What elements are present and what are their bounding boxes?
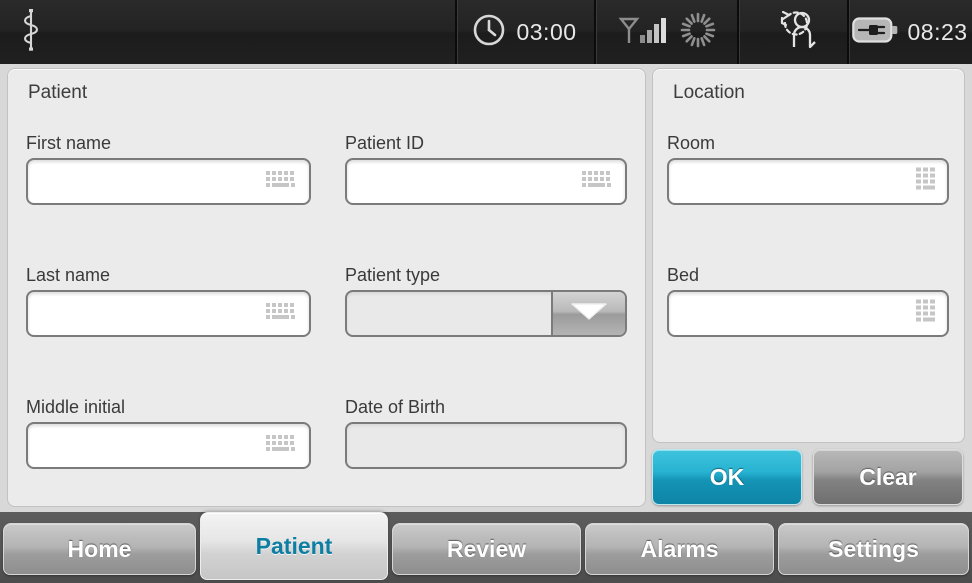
status-segment-history[interactable] [736, 0, 847, 64]
field-last-name: Last name [26, 265, 311, 337]
battery-time-value: 08:23 [907, 18, 968, 45]
last-name-input[interactable] [26, 290, 311, 337]
clock-icon [472, 13, 506, 52]
device-screen: 03:00 08:23 Patient First name Last name… [0, 0, 972, 583]
patient-type-value [347, 292, 551, 335]
patient-type-dropdown-button[interactable] [551, 292, 625, 335]
first-name-input[interactable] [26, 158, 311, 205]
field-label-room: Room [667, 133, 716, 153]
field-patient-id: Patient ID [345, 133, 627, 205]
field-label-patient-type: Patient type [345, 265, 441, 285]
field-room: Room [667, 133, 949, 205]
numeric-keypad-icon [915, 298, 937, 329]
numeric-keypad-icon [915, 166, 937, 197]
keyboard-icon [265, 302, 299, 326]
location-panel-title: Location [673, 82, 745, 103]
keyboard-icon [265, 170, 299, 194]
keyboard-icon [581, 170, 615, 194]
field-label-patient-id: Patient ID [345, 133, 425, 153]
tab-alarms[interactable]: Alarms [585, 523, 774, 575]
clear-button[interactable]: Clear [813, 449, 963, 505]
patient-panel: Patient First name Last name Middle init… [7, 68, 646, 507]
field-label-bed: Bed [667, 265, 700, 285]
middle-initial-input[interactable] [26, 422, 311, 469]
tab-home[interactable]: Home [3, 523, 196, 575]
patient-panel-title: Patient [28, 82, 88, 103]
tab-patient[interactable]: Patient [200, 512, 388, 580]
room-input[interactable] [667, 158, 949, 205]
asclepius-rod-icon [18, 7, 44, 58]
bed-input[interactable] [667, 290, 949, 337]
keyboard-icon [265, 434, 299, 458]
field-label-first-name: First name [26, 133, 112, 153]
location-panel: Location Room Bed [652, 68, 965, 443]
status-segment-clock[interactable]: 03:00 [454, 0, 595, 64]
sunburst-spinner-icon [680, 12, 716, 53]
antenna-signal-icon [616, 13, 668, 52]
field-label-date-of-birth: Date of Birth [345, 397, 446, 417]
status-segment-battery[interactable]: 08:23 [847, 0, 972, 64]
patient-id-input[interactable] [345, 158, 627, 205]
chevron-down-icon [569, 300, 609, 327]
battery-charging-plug-icon [851, 16, 898, 49]
content-area: Patient First name Last name Middle init… [0, 64, 972, 512]
field-patient-type: Patient type [345, 265, 627, 337]
clock-value: 03:00 [516, 18, 577, 45]
tab-review[interactable]: Review [392, 523, 581, 575]
patient-history-clock-icon [763, 10, 821, 55]
patient-type-dropdown[interactable] [345, 290, 627, 337]
status-segment-logo [0, 0, 455, 64]
tab-settings[interactable]: Settings [778, 523, 969, 575]
field-date-of-birth: Date of Birth [345, 397, 627, 469]
field-middle-initial: Middle initial [26, 397, 311, 469]
date-of-birth-input[interactable] [345, 422, 627, 469]
field-label-middle-initial: Middle initial [26, 397, 126, 417]
status-bar: 03:00 08:23 [0, 0, 972, 64]
status-segment-network[interactable] [594, 0, 737, 64]
field-first-name: First name [26, 133, 311, 205]
field-bed: Bed [667, 265, 949, 337]
tab-bar: Home Patient Review Alarms Settings [0, 512, 972, 583]
field-label-last-name: Last name [26, 265, 111, 285]
ok-button[interactable]: OK [652, 449, 802, 505]
